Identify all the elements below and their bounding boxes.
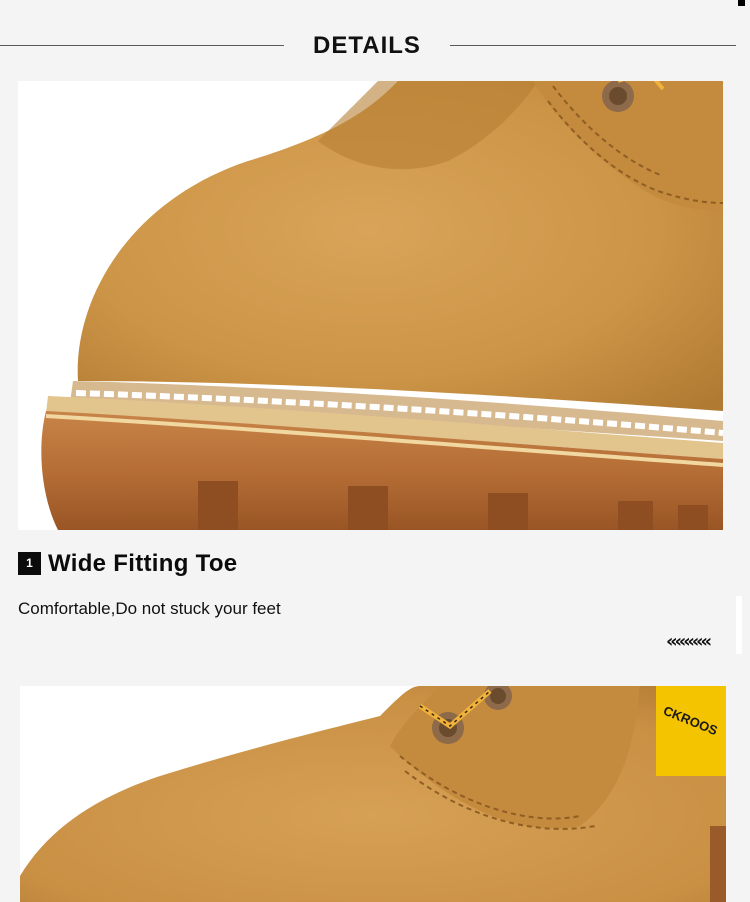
scroll-arrows-icon: ««««« [666, 631, 712, 652]
feature-title: Wide Fitting Toe [48, 550, 238, 577]
top-edge-mark [738, 0, 745, 6]
feature-number-badge: 1 [18, 552, 41, 575]
header-divider-left [0, 45, 284, 46]
section-title: DETAILS [313, 32, 421, 59]
boot-toe-illustration [18, 81, 723, 530]
boot-upper-photo: CKROOS [20, 686, 726, 902]
right-edge-strip [736, 596, 742, 654]
boot-upper-illustration: CKROOS [20, 686, 726, 902]
feature-description: Comfortable,Do not stuck your feet [18, 599, 281, 618]
header-divider-right [450, 45, 736, 46]
boot-toe-photo [18, 81, 723, 530]
